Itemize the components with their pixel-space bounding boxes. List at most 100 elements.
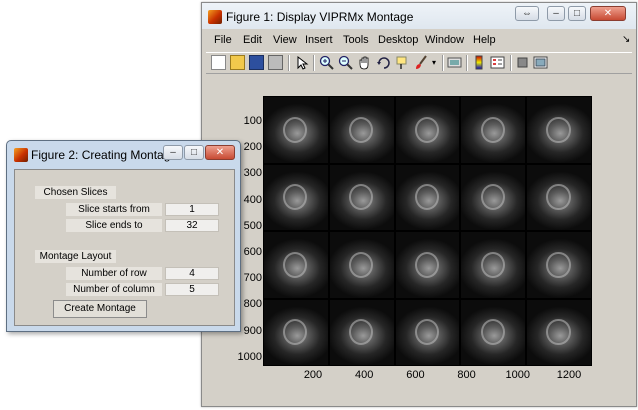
columns-label: Number of column	[66, 283, 162, 296]
knee-structure	[283, 251, 308, 278]
matlab-logo-icon	[208, 10, 222, 24]
link-plot-icon[interactable]	[447, 55, 462, 70]
menu-file[interactable]: File	[214, 34, 232, 46]
slice-end-label: Slice ends to	[66, 219, 162, 232]
maximize-button[interactable]: □	[568, 6, 586, 21]
knee-structure	[414, 319, 439, 346]
montage-slice	[264, 299, 328, 365]
x-tick-label: 200	[303, 369, 323, 381]
toolbar-separator	[288, 55, 290, 71]
hide-plot-tools-icon[interactable]	[515, 55, 530, 70]
montage-slice	[395, 97, 460, 163]
zoom-in-icon[interactable]	[319, 55, 334, 70]
x-tick-label: 400	[355, 369, 374, 381]
montage-slice	[461, 97, 526, 163]
slice-end-input[interactable]: 32	[165, 219, 219, 232]
rotate-3d-icon[interactable]	[376, 55, 391, 70]
menu-window[interactable]: Window	[425, 34, 464, 46]
chosen-slices-heading: Chosen Slices	[35, 186, 116, 199]
menu-edit[interactable]: Edit	[243, 34, 262, 46]
knee-structure	[480, 184, 505, 211]
montage-slice	[461, 164, 526, 230]
figure1-title: Figure 1: Display VIPRMx Montage	[226, 10, 414, 24]
brush-dropdown-icon[interactable]: ▾	[430, 55, 438, 70]
insert-legend-icon[interactable]	[490, 55, 505, 70]
close-button[interactable]: ✕	[590, 6, 626, 21]
figure2-window: Figure 2: Creating Montage – □ ✕ Chosen …	[6, 140, 241, 332]
open-file-icon[interactable]	[230, 55, 245, 70]
knee-structure	[348, 251, 374, 278]
x-tick-label: 800	[457, 369, 476, 381]
menu-help[interactable]: Help	[473, 34, 496, 46]
print-icon[interactable]	[268, 55, 283, 70]
slice-start-input[interactable]: 1	[165, 203, 219, 216]
knee-structure	[546, 251, 571, 278]
montage-image[interactable]	[263, 96, 592, 366]
toolbar-separator	[510, 55, 512, 71]
data-cursor-icon[interactable]	[395, 55, 410, 70]
dock-arrow-icon[interactable]: ↘	[622, 34, 630, 45]
montage-slice	[527, 164, 591, 230]
montage-form: Chosen Slices Slice starts from 1 Slice …	[14, 169, 235, 326]
brush-icon[interactable]	[414, 55, 429, 70]
montage-slice	[329, 232, 394, 298]
y-tick-label: 1000	[237, 350, 262, 363]
x-tick-label: 600	[406, 369, 425, 381]
close-button[interactable]: ✕	[205, 145, 235, 160]
menu-desktop[interactable]: Desktop	[378, 34, 418, 46]
knee-structure	[480, 319, 505, 346]
montage-slice	[527, 232, 591, 298]
slice-start-label: Slice starts from	[66, 203, 162, 216]
save-icon[interactable]	[249, 55, 264, 70]
menu-insert[interactable]: Insert	[305, 34, 333, 46]
montage-slice	[527, 299, 591, 365]
montage-slice	[264, 164, 328, 230]
knee-structure	[283, 319, 308, 346]
insert-colorbar-icon[interactable]	[472, 55, 487, 70]
montage-layout-heading: Montage Layout	[35, 250, 116, 263]
minimize-button[interactable]: –	[163, 145, 183, 160]
create-montage-button[interactable]: Create Montage	[53, 300, 147, 318]
y-tick-label: 100	[243, 115, 262, 127]
columns-input[interactable]: 5	[165, 283, 219, 296]
knee-structure	[283, 184, 308, 211]
knee-structure	[283, 116, 308, 143]
knee-structure	[348, 319, 374, 346]
rows-input[interactable]: 4	[165, 267, 219, 280]
knee-structure	[546, 319, 571, 346]
knee-structure	[480, 251, 505, 278]
pointer-icon[interactable]	[294, 55, 309, 70]
menu-view[interactable]: View	[273, 34, 297, 46]
show-plot-tools-icon[interactable]	[533, 55, 548, 70]
minimize-button[interactable]: –	[547, 6, 565, 21]
montage-slice	[264, 97, 328, 163]
new-figure-icon[interactable]	[211, 55, 226, 70]
montage-slice	[461, 232, 526, 298]
figure1-titlebar[interactable]: Figure 1: Display VIPRMx Montage ⇔ – □ ✕	[202, 3, 636, 29]
montage-slice	[527, 97, 591, 163]
figure-toolbar: ▾	[206, 52, 632, 74]
montage-slice	[329, 299, 394, 365]
menu-tools[interactable]: Tools	[343, 34, 369, 46]
montage-slice	[329, 164, 394, 230]
toolbar-separator	[313, 55, 315, 71]
toolbar-separator	[442, 55, 444, 71]
montage-slice	[395, 232, 460, 298]
knee-structure	[348, 184, 374, 211]
knee-structure	[546, 184, 571, 211]
rows-label: Number of row	[66, 267, 162, 280]
knee-structure	[414, 184, 439, 211]
knee-structure	[414, 116, 439, 143]
menubar: File Edit View Insert Tools Desktop Wind…	[206, 32, 632, 50]
zoom-out-icon[interactable]	[338, 55, 353, 70]
montage-slice	[264, 232, 328, 298]
knee-structure	[546, 116, 571, 143]
montage-slice	[329, 97, 394, 163]
montage-slice	[461, 299, 526, 365]
maximize-button[interactable]: □	[184, 145, 204, 160]
knee-structure	[414, 251, 439, 278]
undock-button[interactable]: ⇔	[515, 6, 539, 21]
matlab-logo-icon	[14, 148, 28, 162]
knee-structure	[348, 116, 374, 143]
pan-hand-icon[interactable]	[357, 55, 372, 70]
